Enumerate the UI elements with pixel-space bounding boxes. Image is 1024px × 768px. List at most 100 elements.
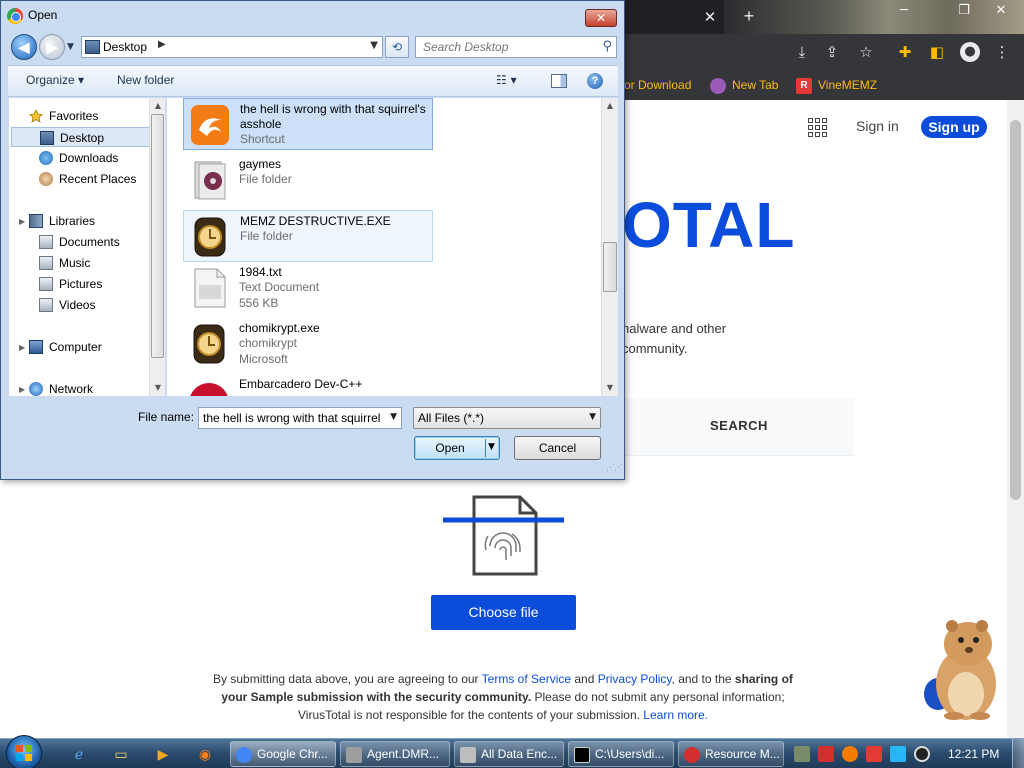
nav-desktop[interactable]: Desktop — [11, 127, 151, 147]
show-desktop-button[interactable] — [1012, 739, 1024, 768]
search-icon[interactable]: ⚲ — [602, 39, 612, 54]
file-type-value: All Files (*.*) — [418, 411, 485, 425]
tray-search-icon[interactable] — [842, 746, 858, 762]
file-name-input[interactable] — [199, 408, 385, 428]
window-close-button[interactable]: ✕ — [990, 2, 1012, 20]
tray-volume-icon[interactable] — [914, 746, 930, 762]
scroll-down-icon[interactable]: ▼ — [602, 380, 618, 396]
file-item[interactable]: 1984.txt Text Document 556 KB — [183, 262, 433, 314]
recent-locations-button[interactable]: ▼ — [67, 42, 74, 52]
profile-icon[interactable]: ● — [960, 42, 980, 62]
download-icon[interactable]: ⤓ — [792, 42, 812, 62]
open-button[interactable]: Open ▼ — [414, 436, 500, 460]
nav-pictures[interactable]: Pictures — [9, 274, 149, 294]
file-type-select[interactable]: All Files (*.*) ▼ — [413, 407, 601, 429]
sign-up-button[interactable]: Sign up — [921, 116, 987, 138]
tray-display-icon[interactable] — [890, 746, 906, 762]
chevron-right-icon[interactable]: ▶ — [158, 39, 166, 50]
file-list-scrollbar-thumb[interactable] — [603, 242, 617, 292]
task-resource-monitor[interactable]: Resource M... — [678, 741, 784, 767]
sign-in-link[interactable]: Sign in — [856, 118, 899, 134]
internet-explorer-icon[interactable]: ℯ — [62, 741, 96, 767]
file-name-combo[interactable]: ▼ — [198, 407, 402, 429]
task-google-chrome[interactable]: Google Chr... — [230, 741, 336, 767]
nav-libraries[interactable]: Libraries — [9, 211, 149, 231]
nav-network[interactable]: Network — [9, 379, 149, 399]
tray-antivirus-icon[interactable] — [818, 746, 834, 762]
bookmark-item[interactable]: New Tab — [710, 76, 778, 94]
bookmark-item[interactable]: R VineMEMZ — [796, 76, 877, 94]
tray-flag-icon[interactable] — [866, 746, 882, 762]
tab-search[interactable]: SEARCH — [710, 418, 768, 433]
chevron-down-icon[interactable]: ▼ — [488, 442, 495, 452]
task-all-data-encrypted[interactable]: All Data Enc... — [454, 741, 564, 767]
file-item[interactable]: gaymes File folder — [183, 154, 433, 206]
task-agent-dmr[interactable]: Agent.DMR... — [340, 741, 450, 767]
share-icon[interactable]: ⇪ — [822, 42, 842, 62]
choose-file-button[interactable]: Choose file — [431, 595, 576, 630]
sidebar-icon[interactable]: ◧ — [927, 42, 947, 62]
nav-label: Documents — [59, 235, 120, 249]
nav-recent-places[interactable]: Recent Places — [9, 169, 149, 189]
terms-of-service-link[interactable]: Terms of Service — [482, 672, 571, 686]
scroll-up-icon[interactable]: ▲ — [150, 98, 166, 114]
tray-app-icon[interactable] — [794, 746, 810, 762]
preview-pane-button[interactable] — [551, 74, 567, 88]
address-bar[interactable]: Desktop ▶ ▼ — [81, 36, 383, 58]
videos-icon — [39, 298, 53, 312]
menu-icon[interactable]: ⋮ — [992, 42, 1012, 62]
explorer-folder-icon[interactable]: ▭ — [104, 741, 138, 767]
extensions-icon[interactable]: ✚ — [895, 42, 915, 62]
apps-grid-icon[interactable] — [808, 118, 830, 140]
search-box[interactable]: ⚲ — [415, 36, 617, 58]
terms-text: By submitting data above, you are agreei… — [213, 672, 482, 686]
nav-music[interactable]: Music — [9, 253, 149, 273]
navigation-scrollbar[interactable]: ▲ ▼ — [149, 98, 165, 396]
page-scrollbar-thumb[interactable] — [1010, 120, 1021, 500]
chevron-down-icon[interactable]: ▼ — [589, 412, 596, 422]
file-item[interactable]: MEMZ DESTRUCTIVE.EXE File folder — [183, 210, 433, 262]
tab-close-button[interactable]: ✕ — [700, 7, 720, 27]
nav-favorites[interactable]: Favorites — [9, 106, 149, 126]
bookmark-label: New Tab — [732, 78, 779, 92]
organize-button[interactable]: Organize ▾ — [26, 73, 84, 87]
navigation-scrollbar-thumb[interactable] — [151, 114, 164, 358]
restore-button[interactable]: ❐ — [953, 2, 975, 20]
start-button[interactable] — [6, 735, 42, 768]
resize-grip-icon[interactable]: ⋰⋰ — [606, 463, 623, 473]
bookmark-item[interactable]: or Download — [624, 76, 691, 94]
search-input[interactable] — [416, 37, 596, 57]
cancel-button[interactable]: Cancel — [514, 436, 601, 460]
media-player-icon[interactable]: ▶ — [146, 741, 180, 767]
refresh-button[interactable]: ⟲ — [385, 36, 409, 58]
dialog-close-button[interactable]: ✕ — [585, 9, 617, 27]
help-button[interactable]: ? — [587, 73, 603, 89]
forward-button[interactable]: ▶ — [39, 34, 65, 60]
learn-more-link[interactable]: Learn more. — [643, 708, 708, 722]
minimize-button[interactable]: ─ — [893, 2, 915, 20]
file-item[interactable]: the hell is wrong with that squirrel's a… — [183, 98, 433, 150]
change-view-button[interactable]: ☷ ▾ — [496, 73, 517, 87]
chevron-down-icon[interactable]: ▼ — [370, 40, 378, 51]
file-name: gaymes — [239, 157, 282, 171]
new-tab-button[interactable]: + — [738, 5, 760, 27]
file-item[interactable]: DEV Embarcadero Dev-C++ — [183, 374, 433, 396]
uc-browser-taskbar-icon[interactable]: ◉ — [188, 741, 222, 767]
clock[interactable]: 12:21 PM — [948, 747, 999, 761]
star-icon[interactable]: ☆ — [856, 42, 876, 62]
privacy-policy-link[interactable]: Privacy Policy — [598, 672, 672, 686]
back-button[interactable]: ◀ — [11, 34, 37, 60]
nav-computer[interactable]: Computer — [9, 337, 149, 357]
nav-videos[interactable]: Videos — [9, 295, 149, 315]
scroll-up-icon[interactable]: ▲ — [602, 98, 618, 114]
chevron-down-icon[interactable]: ▼ — [390, 412, 397, 422]
page-scrollbar[interactable] — [1007, 100, 1024, 740]
file-list-scrollbar[interactable]: ▲ ▼ — [601, 98, 618, 396]
file-item[interactable]: chomikrypt.exe chomikrypt Microsoft — [183, 318, 433, 370]
scroll-down-icon[interactable]: ▼ — [150, 380, 166, 396]
new-folder-button[interactable]: New folder — [117, 73, 174, 87]
address-text[interactable]: Desktop — [103, 40, 147, 54]
task-command-prompt[interactable]: C:\Users\di... — [568, 741, 674, 767]
nav-documents[interactable]: Documents — [9, 232, 149, 252]
nav-downloads[interactable]: Downloads — [9, 148, 149, 168]
